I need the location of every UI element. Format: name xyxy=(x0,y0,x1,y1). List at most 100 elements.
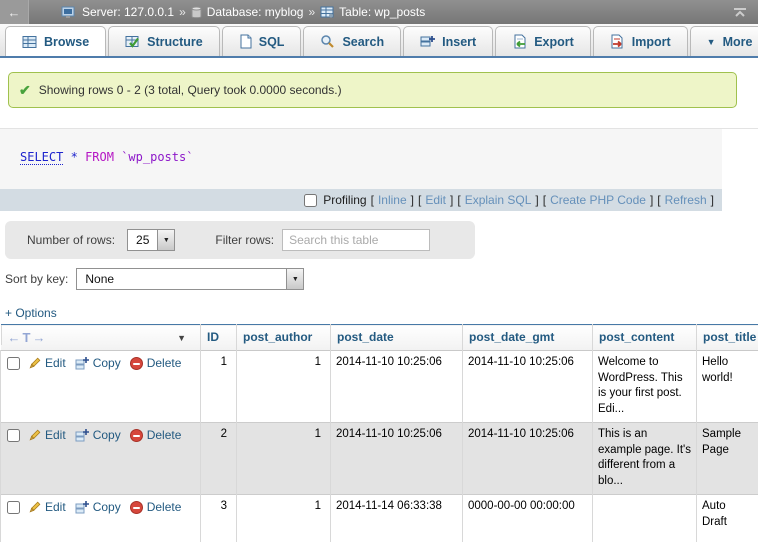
success-check-icon: ✔ xyxy=(19,82,31,99)
tab-structure[interactable]: Structure xyxy=(108,26,220,56)
column-header-post-title[interactable]: post_title xyxy=(697,325,758,351)
rows-per-page-select[interactable]: 25 ▼ xyxy=(127,229,175,251)
edit-row-link[interactable]: Edit xyxy=(28,499,66,515)
cell-post-author: 1 xyxy=(237,423,331,495)
cell-post-title: Sample Page xyxy=(697,423,758,495)
sql-query-box: SELECT * FROM `wp_posts` Profiling [ Inl… xyxy=(0,129,722,211)
profiling-checkbox[interactable] xyxy=(304,194,317,207)
explain-sql-link[interactable]: Explain SQL xyxy=(465,193,532,207)
sql-keyword-select[interactable]: SELECT xyxy=(20,150,63,165)
column-header-id[interactable]: ID xyxy=(201,325,237,351)
cell-post-content: Welcome to WordPress. This is your first… xyxy=(593,351,697,423)
create-php-code-link[interactable]: Create PHP Code xyxy=(550,193,646,207)
tab-label: Structure xyxy=(147,35,203,49)
tab-label: Insert xyxy=(442,35,476,49)
edit-row-link[interactable]: Edit xyxy=(28,427,66,443)
edit-label: Edit xyxy=(45,355,66,371)
transpose-icon[interactable]: ←T→ xyxy=(8,330,48,345)
select-arrow-icon: ▼ xyxy=(157,230,174,250)
copy-label: Copy xyxy=(93,427,121,443)
query-footer: Profiling [ Inline ] [ Edit ] [ Explain … xyxy=(0,189,722,211)
tab-insert[interactable]: Insert xyxy=(403,26,493,56)
structure-icon xyxy=(125,35,140,49)
collapse-icon[interactable] xyxy=(732,7,748,18)
column-header-post-author[interactable]: post_author xyxy=(237,325,331,351)
row-checkbox[interactable] xyxy=(7,357,20,370)
status-message: ✔ Showing rows 0 - 2 (3 total, Query too… xyxy=(8,72,737,108)
inline-link[interactable]: Inline xyxy=(378,193,407,207)
export-icon xyxy=(512,34,527,49)
status-message-text: Showing rows 0 - 2 (3 total, Query took … xyxy=(39,83,342,97)
row-checkbox[interactable] xyxy=(7,429,20,442)
filter-input[interactable] xyxy=(282,229,430,251)
copy-icon xyxy=(75,500,89,514)
cell-id: 1 xyxy=(201,351,237,423)
copy-row-link[interactable]: Copy xyxy=(75,355,121,371)
tab-import[interactable]: Import xyxy=(593,26,688,56)
cell-post-title: Hello world! xyxy=(697,351,758,423)
options-toggle[interactable]: + Options xyxy=(5,306,75,320)
breadcrumb-database[interactable]: Database: myblog xyxy=(207,5,304,19)
copy-label: Copy xyxy=(93,499,121,515)
delete-row-link[interactable]: Delete xyxy=(130,355,182,371)
sort-by-key-label: Sort by key: xyxy=(5,272,68,286)
insert-icon xyxy=(420,34,435,49)
refresh-link[interactable]: Refresh xyxy=(665,193,707,207)
column-header-post-date[interactable]: post_date xyxy=(331,325,463,351)
edit-link[interactable]: Edit xyxy=(425,193,446,207)
rows-per-page-value: 25 xyxy=(128,230,157,250)
cell-post-date-gmt: 2014-11-10 10:25:06 xyxy=(463,423,593,495)
cell-post-author: 1 xyxy=(237,351,331,423)
pencil-icon xyxy=(28,501,41,514)
tab-more[interactable]: ▼ More xyxy=(690,26,758,56)
table-icon xyxy=(320,6,334,18)
cell-post-date: 2014-11-10 10:25:06 xyxy=(331,423,463,495)
column-options-icon[interactable]: ▼ xyxy=(177,333,186,343)
delete-row-link[interactable]: Delete xyxy=(130,427,182,443)
cell-post-content: This is an example page. It's different … xyxy=(593,423,697,495)
nav-panel-toggle[interactable]: ← xyxy=(0,0,29,24)
sql-star: * xyxy=(71,150,78,164)
delete-icon xyxy=(130,429,143,442)
column-header-post-content[interactable]: post_content xyxy=(593,325,697,351)
delete-icon xyxy=(130,357,143,370)
results-table: ←T→ ▼ ID post_author post_date post_date… xyxy=(0,324,758,542)
tab-label: Search xyxy=(342,35,384,49)
row-actions: Edit Copy Delete xyxy=(1,351,201,423)
breadcrumb-separator: » xyxy=(179,5,186,19)
sort-key-select[interactable]: None ▼ xyxy=(76,268,304,290)
sql-keyword-from: FROM xyxy=(85,150,114,164)
chevron-down-icon: ▼ xyxy=(707,37,716,47)
row-checkbox[interactable] xyxy=(7,501,20,514)
bracket: [ xyxy=(543,193,546,207)
cell-post-date: 2014-11-14 06:33:38 xyxy=(331,495,463,542)
tab-sql[interactable]: SQL xyxy=(222,26,302,56)
header-row: ←T→ ▼ ID post_author post_date post_date… xyxy=(1,325,758,351)
tab-browse[interactable]: Browse xyxy=(5,26,106,56)
tab-search[interactable]: Search xyxy=(303,26,401,56)
copy-icon xyxy=(75,356,89,370)
tab-label: More xyxy=(723,35,753,49)
import-icon xyxy=(610,34,625,49)
edit-row-link[interactable]: Edit xyxy=(28,355,66,371)
bracket: ] xyxy=(535,193,538,207)
copy-label: Copy xyxy=(93,355,121,371)
pencil-icon xyxy=(28,429,41,442)
column-header-post-date-gmt[interactable]: post_date_gmt xyxy=(463,325,593,351)
tab-label: Import xyxy=(632,35,671,49)
copy-row-link[interactable]: Copy xyxy=(75,499,121,515)
delete-row-link[interactable]: Delete xyxy=(130,499,182,515)
cell-post-date-gmt: 0000-00-00 00:00:00 xyxy=(463,495,593,542)
table-row: Edit Copy Delete 3 1 2014-11-14 06:33:38… xyxy=(1,495,758,542)
tab-export[interactable]: Export xyxy=(495,26,591,56)
cell-post-author: 1 xyxy=(237,495,331,542)
breadcrumb-server[interactable]: Server: 127.0.0.1 xyxy=(82,5,174,19)
delete-label: Delete xyxy=(147,427,182,443)
bracket: [ xyxy=(371,193,374,207)
cell-post-title: Auto Draft xyxy=(697,495,758,542)
tab-bar: Browse Structure SQL Search Insert Expor… xyxy=(0,24,758,58)
breadcrumb-table[interactable]: Table: wp_posts xyxy=(339,5,425,19)
copy-row-link[interactable]: Copy xyxy=(75,427,121,443)
cell-id: 3 xyxy=(201,495,237,542)
table-row: Edit Copy Delete 1 1 2014-11-10 10:25:06… xyxy=(1,351,758,423)
